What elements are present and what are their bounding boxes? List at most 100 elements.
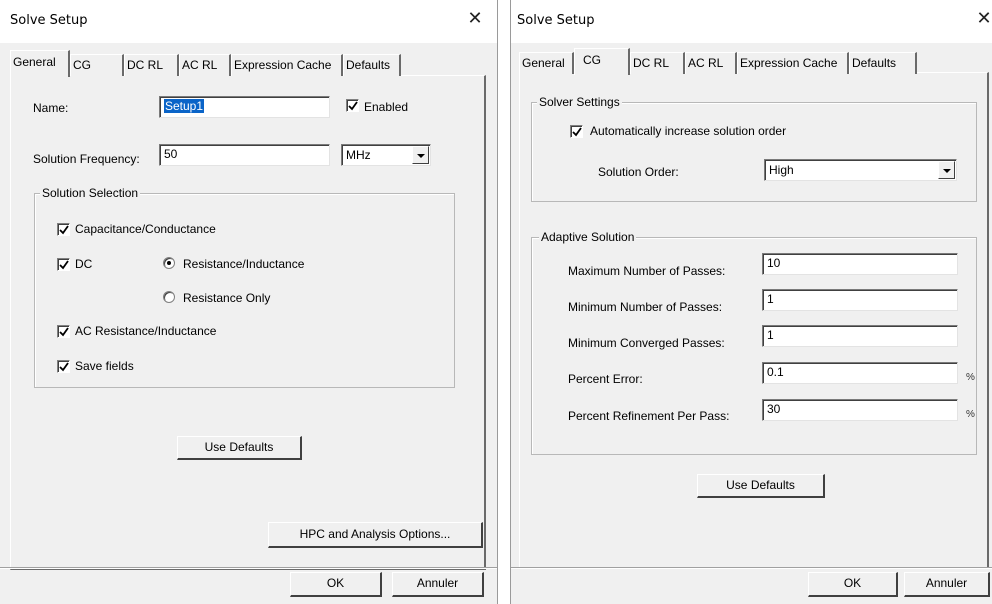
tab-expression-cache[interactable]: Expression Cache (737, 52, 849, 74)
capacitance-checkbox[interactable] (57, 223, 70, 236)
tab-label: DC RL (633, 56, 670, 70)
min-passes-label: Minimum Number of Passes: (568, 300, 723, 314)
percent-error-unit: % (966, 372, 975, 383)
solution-order-label: Solution Order: (598, 165, 679, 179)
min-passes-value: 1 (767, 292, 774, 306)
cancel-button[interactable]: Annuler (904, 572, 990, 597)
frequency-unit-value: MHz (346, 148, 371, 162)
min-converged-input[interactable]: 1 (762, 325, 958, 347)
solution-selection-label: Solution Selection (40, 186, 141, 200)
hpc-label: HPC and Analysis Options... (299, 527, 451, 541)
checkmark-icon (59, 260, 69, 270)
capacitance-label: Capacitance/Conductance (75, 222, 216, 236)
chevron-down-icon[interactable] (938, 161, 955, 179)
solve-setup-dialog-general: Solve Setup ✕ General CG DC RL AC RL Exp… (0, 0, 498, 604)
dc-label: DC (75, 257, 93, 271)
max-passes-label: Maximum Number of Passes: (568, 264, 726, 278)
hpc-analysis-options-button[interactable]: HPC and Analysis Options... (268, 522, 483, 548)
use-defaults-button[interactable]: Use Defaults (697, 474, 825, 498)
checkmark-icon (572, 127, 582, 137)
use-defaults-label: Use Defaults (726, 478, 795, 492)
tab-ac-rl[interactable]: AC RL (685, 52, 737, 74)
checkmark-icon (348, 101, 358, 111)
tab-cg[interactable]: CG (574, 48, 630, 75)
auto-increase-checkbox[interactable] (570, 125, 583, 138)
tab-dc-rl[interactable]: DC RL (630, 52, 685, 74)
frequency-label: Solution Frequency: (33, 152, 140, 166)
ac-checkbox[interactable] (57, 325, 70, 338)
tab-defaults[interactable]: Defaults (849, 52, 917, 74)
tab-general[interactable]: General (10, 50, 70, 77)
tab-label: General (522, 56, 565, 70)
cancel-label: Annuler (925, 576, 968, 590)
radio-resistance-only-label: Resistance Only (183, 291, 271, 305)
dc-checkbox[interactable] (57, 258, 70, 271)
footer-divider (0, 567, 497, 569)
name-input[interactable]: Setup1 (159, 96, 330, 118)
cancel-label: Annuler (416, 576, 459, 590)
checkmark-icon (59, 362, 69, 372)
ok-button[interactable]: OK (808, 572, 898, 597)
min-passes-input[interactable]: 1 (762, 289, 958, 311)
radio-resistance-inductance[interactable] (163, 257, 175, 269)
chevron-down-icon[interactable] (412, 146, 429, 164)
percent-error-input[interactable]: 0.1 (762, 362, 958, 384)
tab-expression-cache[interactable]: Expression Cache (231, 54, 343, 76)
tab-label: General (13, 55, 56, 69)
checkmark-icon (59, 225, 69, 235)
percent-error-label: Percent Error: (568, 372, 643, 386)
checkmark-icon (59, 327, 69, 337)
save-fields-checkbox[interactable] (57, 360, 70, 373)
radio-selected-dot-icon (167, 261, 171, 265)
tab-general[interactable]: General (519, 52, 574, 74)
enabled-label: Enabled (364, 100, 409, 114)
tab-label: AC RL (182, 58, 218, 72)
refinement-input[interactable]: 30 (762, 399, 958, 421)
min-converged-value: 1 (767, 328, 774, 342)
use-defaults-button[interactable]: Use Defaults (177, 436, 302, 460)
tab-cg[interactable]: CG (70, 54, 124, 76)
radio-resistance-only[interactable] (163, 291, 175, 303)
auto-increase-label: Automatically increase solution order (590, 124, 787, 138)
enabled-checkbox[interactable] (346, 99, 359, 112)
ok-button[interactable]: OK (290, 572, 382, 597)
refinement-label: Percent Refinement Per Pass: (568, 409, 730, 423)
dialog-title: Solve Setup (517, 13, 595, 28)
name-label: Name: (33, 101, 69, 115)
close-icon[interactable]: ✕ (465, 9, 485, 29)
frequency-unit-select[interactable]: MHz (341, 144, 431, 166)
tab-ac-rl[interactable]: AC RL (179, 54, 231, 76)
name-value: Setup1 (164, 99, 205, 113)
footer-divider (511, 567, 992, 569)
title-bar: Solve Setup ✕ (0, 0, 497, 43)
solution-order-select[interactable]: High (764, 159, 957, 181)
frequency-input[interactable]: 50 (159, 144, 330, 166)
tab-label: Defaults (852, 56, 897, 70)
use-defaults-label: Use Defaults (204, 440, 274, 454)
frequency-value: 50 (164, 147, 178, 161)
adaptive-solution-label: Adaptive Solution (539, 230, 637, 244)
max-passes-input[interactable]: 10 (762, 253, 958, 275)
tab-label: Defaults (346, 58, 391, 72)
refinement-unit: % (966, 409, 975, 420)
close-icon[interactable]: ✕ (974, 9, 992, 29)
cancel-button[interactable]: Annuler (392, 572, 484, 597)
refinement-value: 30 (767, 402, 781, 416)
tab-label: Expression Cache (234, 58, 332, 72)
tab-label: Expression Cache (740, 56, 838, 70)
radio-resistance-inductance-label: Resistance/Inductance (183, 257, 305, 271)
max-passes-value: 10 (767, 256, 781, 270)
tab-dc-rl[interactable]: DC RL (124, 54, 179, 76)
solver-settings-group (531, 102, 977, 202)
tab-label: CG (73, 58, 91, 72)
solution-order-value: High (769, 163, 794, 177)
ok-label: OK (326, 576, 345, 590)
tab-defaults[interactable]: Defaults (343, 54, 401, 76)
title-bar: Solve Setup ✕ (511, 0, 992, 43)
tab-label: AC RL (688, 56, 724, 70)
ac-label: AC Resistance/Inductance (75, 324, 217, 338)
solve-setup-dialog-cg: Solve Setup ✕ General CG DC RL AC RL Exp… (510, 0, 992, 604)
dialog-title: Solve Setup (10, 13, 88, 28)
tab-label: CG (583, 53, 601, 67)
save-fields-label: Save fields (75, 359, 134, 373)
